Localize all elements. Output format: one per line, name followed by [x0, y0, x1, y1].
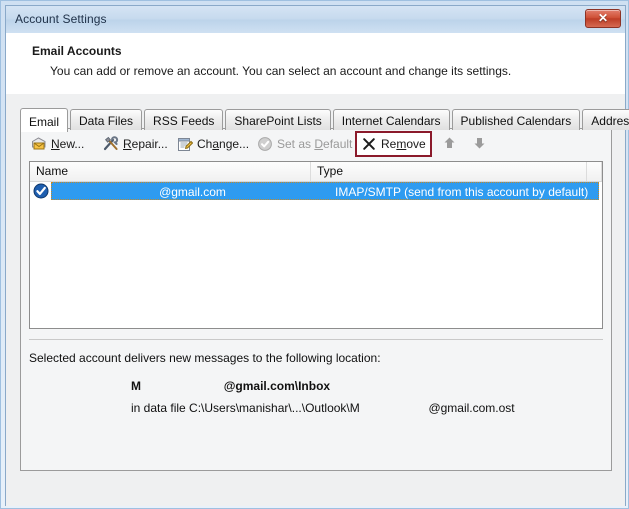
tab-email[interactable]: Email	[20, 108, 68, 132]
tab-label: Address Books	[591, 114, 629, 128]
arrow-down-icon	[473, 136, 489, 152]
toolbar-item-label: Set as Default	[277, 137, 352, 151]
new-mail-icon	[31, 136, 47, 152]
tab-label: Published Calendars	[461, 114, 572, 128]
new-button[interactable]: New...	[27, 133, 88, 155]
tab-label: Data Files	[79, 114, 133, 128]
account-list[interactable]: NameType @gmail.comIMAP/SMTP (send from …	[29, 161, 603, 329]
tab-rss-feeds[interactable]: RSS Feeds	[144, 109, 223, 130]
toolbar-item-label: Repair...	[123, 137, 168, 151]
column-header-filler	[587, 162, 602, 181]
tab-panel-email: New... Repair... Change... Set as Default Re…	[20, 128, 612, 471]
account-settings-dialog: Account Settings ✕ Email Accounts You ca…	[0, 0, 629, 509]
cell-account-name: @gmail.com	[52, 185, 333, 199]
window-frame: Account Settings ✕ Email Accounts You ca…	[0, 0, 629, 509]
list-header: NameType	[30, 162, 602, 182]
account-toolbar: New... Repair... Change... Set as Default Re…	[21, 129, 611, 160]
column-header-name[interactable]: Name	[30, 162, 311, 181]
change-button[interactable]: Change...	[173, 133, 253, 155]
window-title: Account Settings	[15, 12, 107, 26]
tab-internet-calendars[interactable]: Internet Calendars	[333, 109, 450, 130]
row-selection-highlight: @gmail.comIMAP/SMTP (send from this acco…	[51, 182, 599, 200]
account-check-icon	[33, 183, 49, 199]
window-close-button[interactable]: ✕	[585, 9, 621, 28]
toolbar-item-label: Change...	[197, 137, 249, 151]
divider	[29, 339, 603, 340]
delivery-location-prefix: M	[131, 379, 141, 393]
delivery-data-file: in data file C:\Users\manishar\...\Outlo…	[131, 401, 515, 415]
column-header-type[interactable]: Type	[311, 162, 587, 181]
dialog-body: Email Data Files RSS Feeds SharePoint Lists…	[6, 94, 625, 506]
window-inner: Account Settings ✕ Email Accounts You ca…	[5, 5, 626, 506]
toolbar-item-label: Remove	[381, 137, 426, 151]
repair-tools-icon	[103, 136, 119, 152]
close-icon: ✕	[586, 11, 620, 25]
tab-published-calendars[interactable]: Published Calendars	[452, 109, 581, 130]
tab-label: RSS Feeds	[153, 114, 214, 128]
page-subtitle: You can add or remove an account. You ca…	[50, 64, 511, 78]
account-row[interactable]: @gmail.comIMAP/SMTP (send from this acco…	[30, 181, 602, 201]
tab-address-books[interactable]: Address Books	[582, 109, 629, 130]
check-circle-icon	[257, 136, 273, 152]
repair-button[interactable]: Repair...	[99, 133, 172, 155]
delivery-location-suffix: @gmail.com\Inbox	[224, 379, 330, 393]
page-title: Email Accounts	[32, 44, 122, 58]
toolbar-item-label: New...	[51, 137, 84, 151]
delivery-location: M @gmail.com\Inbox	[131, 379, 330, 393]
change-form-icon	[177, 136, 193, 152]
title-bar[interactable]: Account Settings ✕	[6, 6, 625, 34]
data-file-suffix: @gmail.com.ost	[428, 401, 514, 415]
delivery-heading: Selected account delivers new messages t…	[29, 351, 381, 365]
move-up-button	[439, 133, 463, 155]
tab-label: Internet Calendars	[342, 114, 441, 128]
arrow-up-icon	[443, 136, 459, 152]
tab-data-files[interactable]: Data Files	[70, 109, 142, 130]
set-as-default-button: Set as Default	[253, 133, 356, 155]
tab-strip: Email Data Files RSS Feeds SharePoint Lists…	[20, 108, 629, 129]
remove-x-icon	[361, 136, 377, 152]
cell-account-type: IMAP/SMTP (send from this account by def…	[335, 185, 588, 199]
move-down-button	[469, 133, 493, 155]
header-band: Email Accounts You can add or remove an …	[6, 33, 625, 95]
tab-sharepoint-lists[interactable]: SharePoint Lists	[225, 109, 330, 130]
tab-label: Email	[29, 115, 59, 129]
tab-label: SharePoint Lists	[234, 114, 321, 128]
remove-button[interactable]: Remove	[355, 131, 432, 157]
data-file-prefix: in data file C:\Users\manishar\...\Outlo…	[131, 401, 360, 415]
